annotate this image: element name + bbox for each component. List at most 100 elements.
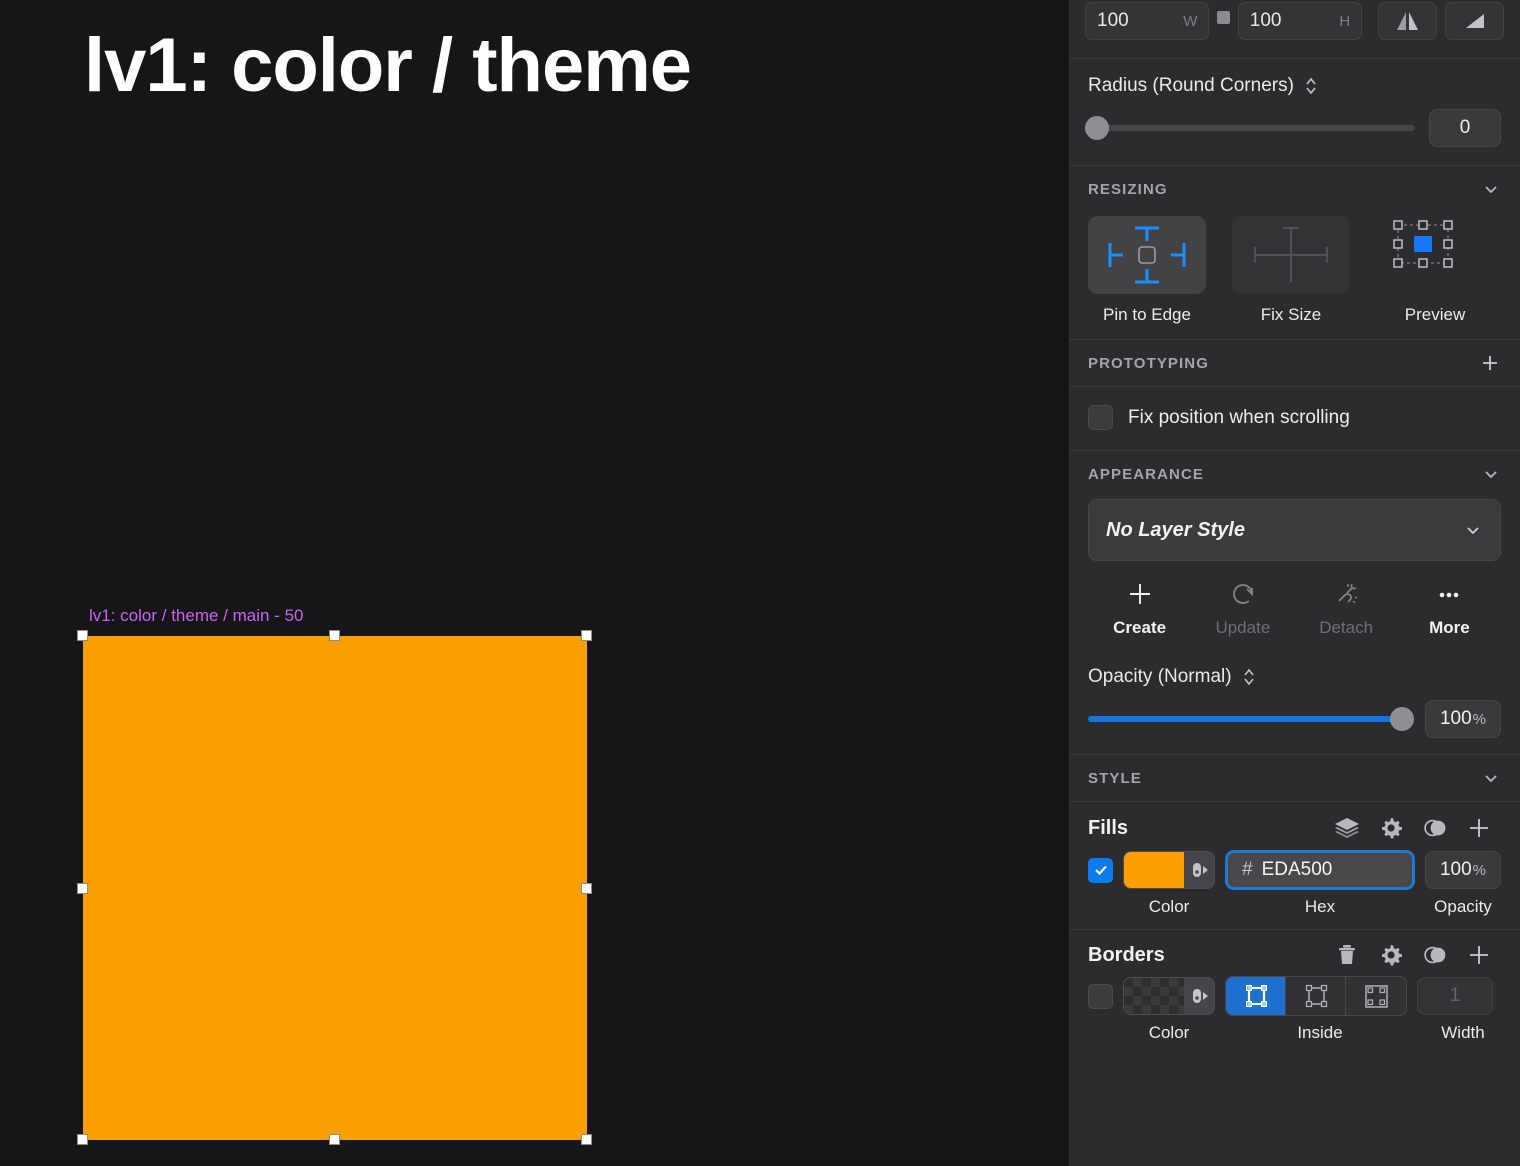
more-label: More <box>1398 618 1501 638</box>
preview-label: Preview <box>1376 305 1494 325</box>
resize-handle-bottom-left[interactable] <box>77 1134 88 1145</box>
add-fill-icon[interactable] <box>1457 815 1501 841</box>
prototyping-section-header[interactable]: PROTOTYPING <box>1069 340 1520 386</box>
border-position-center-button[interactable] <box>1286 977 1346 1015</box>
chevron-down-icon[interactable] <box>1481 464 1501 484</box>
radius-slider-knob[interactable] <box>1085 116 1109 140</box>
lock-aspect-icon[interactable] <box>1217 11 1229 24</box>
border-item-row[interactable]: 1 <box>1069 974 1520 1016</box>
resizing-options[interactable]: Pin to Edge Fix Size <box>1069 212 1520 339</box>
fill-enabled-checkbox[interactable] <box>1088 858 1113 883</box>
pin-to-edge-icon[interactable] <box>1088 216 1206 294</box>
resize-handle-middle-left[interactable] <box>77 883 88 894</box>
borders-label: Borders <box>1088 944 1325 967</box>
refresh-icon <box>1191 579 1294 609</box>
layers-icon[interactable] <box>1325 814 1369 842</box>
radius-label: Radius (Round Corners) <box>1088 75 1294 97</box>
selected-shape[interactable] <box>83 636 587 1140</box>
fix-position-checkbox[interactable] <box>1088 405 1113 430</box>
resize-handle-top-right[interactable] <box>581 630 592 641</box>
gear-icon[interactable] <box>1369 815 1413 841</box>
create-style-button[interactable]: Create <box>1088 579 1191 638</box>
resize-option-pin-to-edge[interactable]: Pin to Edge <box>1088 216 1206 325</box>
flip-horizontal-button[interactable] <box>1378 2 1437 40</box>
radius-label-row: Radius (Round Corners) <box>1088 75 1501 97</box>
border-color-swatch[interactable] <box>1123 977 1215 1015</box>
width-input[interactable]: 100 W <box>1085 2 1209 40</box>
design-canvas[interactable]: lv1: color / theme lv1: color / theme / … <box>0 0 1068 1166</box>
chevron-down-icon[interactable] <box>1481 768 1501 788</box>
more-style-button[interactable]: More <box>1398 579 1501 638</box>
resize-option-fix-size[interactable]: Fix Size <box>1232 216 1350 325</box>
pin-to-edge-label: Pin to Edge <box>1088 305 1206 325</box>
fill-hex-value: EDA500 <box>1262 859 1333 881</box>
chevron-down-icon[interactable] <box>1481 179 1501 199</box>
border-color-caption: Color <box>1123 1023 1215 1043</box>
radius-slider-track[interactable] <box>1088 125 1415 131</box>
border-position-outside-button[interactable] <box>1346 977 1406 1015</box>
fix-size-icon[interactable] <box>1232 216 1350 294</box>
fill-item-row[interactable]: # EDA500 100 % <box>1069 848 1520 890</box>
layer-style-select[interactable]: No Layer Style <box>1088 499 1501 561</box>
gear-icon[interactable] <box>1369 942 1413 968</box>
flip-vertical-button[interactable] <box>1445 2 1504 40</box>
opacity-section[interactable]: Opacity (Normal) 100 % <box>1069 654 1520 754</box>
resize-handle-middle-right[interactable] <box>581 883 592 894</box>
style-title: STYLE <box>1088 770 1142 787</box>
trash-icon[interactable] <box>1325 942 1369 968</box>
opacity-slider-knob[interactable] <box>1390 707 1414 731</box>
opacity-unit: % <box>1473 711 1486 728</box>
opacity-slider-track[interactable] <box>1088 716 1411 722</box>
fill-color-chip[interactable] <box>1124 852 1184 888</box>
resize-handle-bottom-right[interactable] <box>581 1134 592 1145</box>
stepper-icon[interactable] <box>1242 666 1256 688</box>
plus-icon <box>1088 579 1191 609</box>
opacity-label-row: Opacity (Normal) <box>1088 666 1501 688</box>
radius-value-input[interactable]: 0 <box>1429 109 1501 147</box>
border-enabled-checkbox[interactable] <box>1088 984 1113 1009</box>
detach-style-button: Detach <box>1295 579 1398 638</box>
inspector-panel[interactable]: 100 W 100 H <box>1068 0 1520 1166</box>
border-position-inside-button[interactable] <box>1226 977 1286 1015</box>
add-border-icon[interactable] <box>1457 942 1501 968</box>
appearance-section-header[interactable]: APPEARANCE <box>1069 451 1520 497</box>
blend-mode-icon[interactable] <box>1413 815 1457 841</box>
fill-captions: Color Hex Opacity <box>1069 890 1520 929</box>
border-color-chip[interactable] <box>1124 978 1184 1014</box>
add-prototype-icon[interactable] <box>1479 352 1501 374</box>
fill-color-caption: Color <box>1123 897 1215 917</box>
stepper-icon[interactable] <box>1304 75 1318 97</box>
fill-color-picker-icon[interactable] <box>1184 852 1214 888</box>
size-row[interactable]: 100 W 100 H <box>1069 0 1520 20</box>
fix-size-label: Fix Size <box>1232 305 1350 325</box>
blend-mode-icon[interactable] <box>1413 942 1457 968</box>
fill-hex-input[interactable]: # EDA500 <box>1225 850 1415 890</box>
opacity-value-input[interactable]: 100 % <box>1425 700 1501 738</box>
border-width-caption: Width <box>1425 1023 1501 1043</box>
orange-rectangle[interactable] <box>83 636 587 1140</box>
fills-label: Fills <box>1088 817 1325 840</box>
border-width-input[interactable]: 1 <box>1417 977 1493 1015</box>
border-position-toggle-group[interactable] <box>1225 976 1407 1016</box>
flip-horizontal-icon <box>1393 10 1423 32</box>
fix-position-row[interactable]: Fix position when scrolling <box>1069 387 1520 450</box>
border-captions: Color Inside Width <box>1069 1016 1520 1053</box>
resize-handle-top-center[interactable] <box>329 630 340 641</box>
resize-handle-top-left[interactable] <box>77 630 88 641</box>
chevron-down-icon[interactable] <box>1463 520 1483 540</box>
resize-handle-bottom-center[interactable] <box>329 1134 340 1145</box>
style-section-header[interactable]: STYLE <box>1069 755 1520 801</box>
radius-slider-row[interactable]: 0 <box>1088 109 1501 147</box>
opacity-slider-row[interactable]: 100 % <box>1088 700 1501 738</box>
layer-style-actions[interactable]: Create Update <box>1069 561 1520 654</box>
fill-opacity-input[interactable]: 100 % <box>1425 851 1501 889</box>
height-input[interactable]: 100 H <box>1238 2 1362 40</box>
fills-header[interactable]: Fills <box>1069 802 1520 848</box>
radius-section[interactable]: Radius (Round Corners) 0 <box>1069 59 1520 165</box>
fill-color-swatch[interactable] <box>1123 851 1215 889</box>
fill-opacity-caption: Opacity <box>1425 897 1501 917</box>
resizing-section-header[interactable]: RESIZING <box>1069 166 1520 212</box>
prototyping-title: PROTOTYPING <box>1088 355 1209 372</box>
borders-header[interactable]: Borders <box>1069 930 1520 974</box>
border-color-picker-icon[interactable] <box>1184 978 1214 1014</box>
